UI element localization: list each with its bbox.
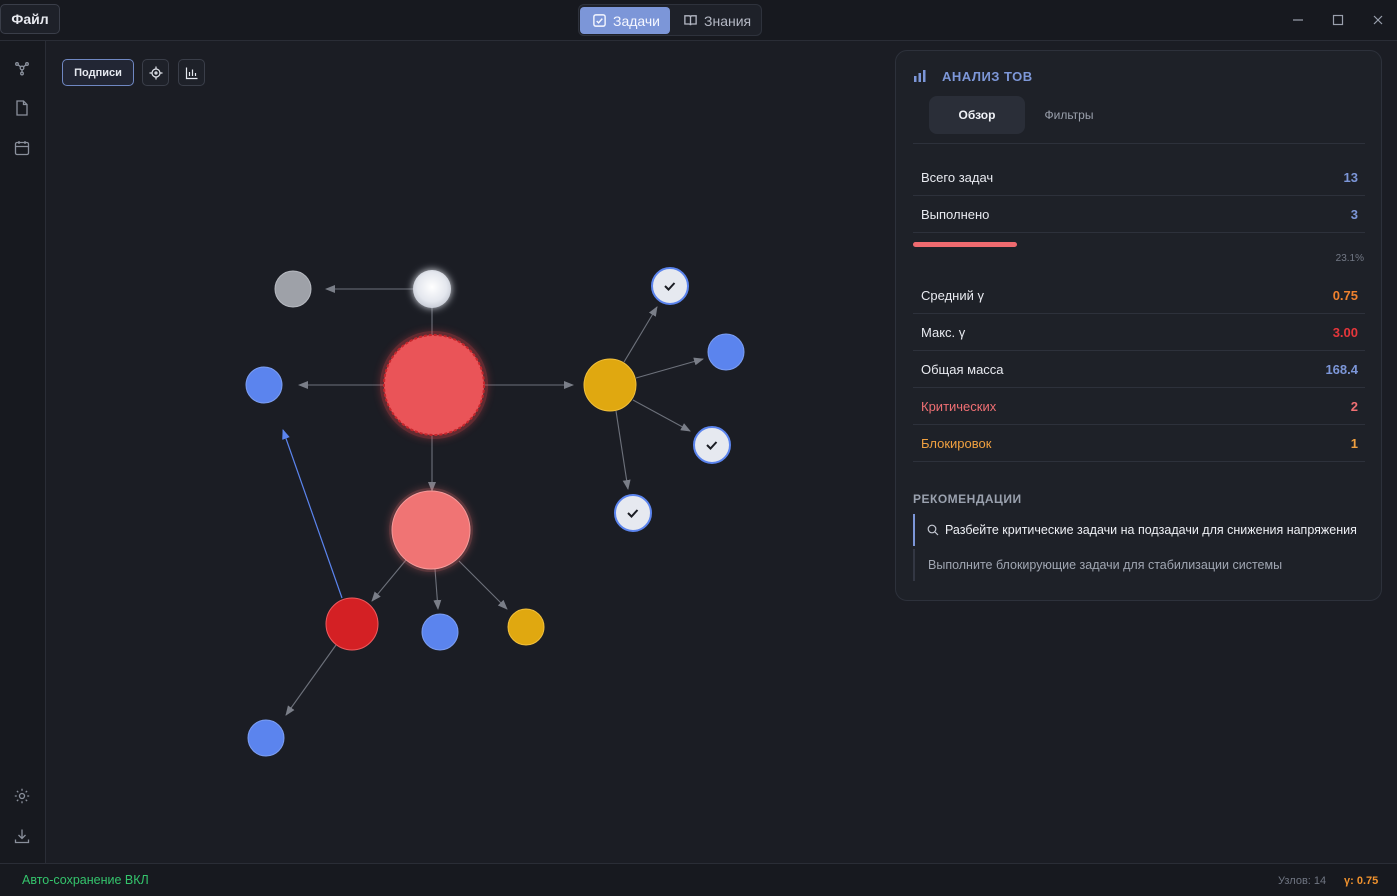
task-node-done[interactable] bbox=[614, 494, 652, 532]
search-icon bbox=[927, 524, 939, 536]
calendar-icon[interactable] bbox=[13, 139, 31, 157]
sidebar bbox=[0, 41, 46, 863]
stat-value: 3.00 bbox=[1332, 324, 1358, 340]
book-icon bbox=[684, 15, 697, 26]
stat-label: Всего задач bbox=[921, 169, 994, 185]
stat-total-mass: Общая масса 168.4 bbox=[913, 351, 1365, 388]
task-node-done[interactable] bbox=[651, 267, 689, 305]
tab-knowledge-label: Знания bbox=[704, 12, 752, 29]
stat-total-tasks: Всего задач 13 bbox=[913, 159, 1365, 196]
recommendation-text: Выполните блокирующие задачи для стабили… bbox=[928, 558, 1283, 572]
task-node-critical[interactable] bbox=[383, 334, 485, 436]
edge bbox=[371, 559, 407, 602]
tab-filters[interactable]: Фильтры bbox=[1029, 96, 1109, 134]
stat-blockers: Блокировок 1 bbox=[913, 425, 1365, 462]
task-node-gray[interactable] bbox=[274, 270, 312, 308]
edge bbox=[623, 306, 658, 363]
mode-switcher: Задачи Знания bbox=[578, 4, 762, 36]
edge bbox=[615, 410, 631, 490]
stat-label: Средний γ bbox=[921, 287, 984, 303]
stat-value: 2 bbox=[1350, 398, 1358, 414]
stat-value: 3 bbox=[1350, 206, 1358, 222]
stat-label: Блокировок bbox=[921, 435, 992, 451]
stat-value: 13 bbox=[1343, 169, 1358, 185]
autosave-status[interactable]: Авто-сохранение ВКЛ bbox=[22, 873, 149, 887]
stat-label: Макс. γ bbox=[921, 324, 966, 340]
stat-label: Критических bbox=[921, 398, 997, 414]
gamma-status: γ: 0.75 bbox=[1344, 875, 1379, 887]
edge bbox=[433, 568, 442, 610]
recommendation-item[interactable]: Разбейте критические задачи на подзадачи… bbox=[913, 514, 1365, 546]
stat-critical: Критических 2 bbox=[913, 388, 1365, 425]
stat-completed: Выполнено 3 bbox=[913, 196, 1365, 233]
download-icon[interactable] bbox=[13, 827, 31, 845]
analysis-panel: АНАЛИЗ ТОВ Обзор Фильтры Всего задач 13 … bbox=[895, 50, 1382, 601]
tab-knowledge[interactable]: Знания bbox=[681, 7, 761, 34]
recommendations-title: РЕКОМЕНДАЦИИ bbox=[913, 492, 1022, 506]
progress-fill bbox=[913, 242, 1018, 247]
title-bar: Файл Задачи Знания bbox=[0, 0, 1397, 41]
tab-tasks[interactable]: Задачи bbox=[580, 7, 670, 34]
task-node-done[interactable] bbox=[693, 426, 731, 464]
graph-icon[interactable] bbox=[13, 59, 31, 77]
task-node-blocker[interactable] bbox=[325, 597, 379, 651]
stat-value: 1 bbox=[1350, 435, 1358, 451]
completion-progress-bar bbox=[913, 242, 1365, 247]
divider bbox=[913, 143, 1365, 144]
stat-label: Выполнено bbox=[921, 206, 990, 222]
edge bbox=[458, 560, 508, 610]
progress-percent: 23.1% bbox=[1335, 253, 1364, 264]
task-node-white[interactable] bbox=[413, 270, 451, 308]
document-icon[interactable] bbox=[13, 99, 31, 117]
checkbox-icon bbox=[593, 14, 606, 27]
task-node-high-tension[interactable] bbox=[391, 490, 471, 570]
task-node-yellow[interactable] bbox=[583, 358, 637, 412]
graph-nodes[interactable] bbox=[245, 267, 745, 757]
tab-overview[interactable]: Обзор bbox=[929, 96, 1025, 134]
stat-max-gamma: Макс. γ 3.00 bbox=[913, 314, 1365, 351]
stat-value: 168.4 bbox=[1325, 361, 1358, 377]
task-node-yellow[interactable] bbox=[507, 608, 545, 646]
task-graph[interactable] bbox=[46, 41, 896, 863]
recommendation-item[interactable]: Выполните блокирующие задачи для стабили… bbox=[913, 549, 1365, 581]
tab-tasks-label: Задачи bbox=[613, 12, 661, 29]
blocking-edge bbox=[282, 429, 343, 599]
gear-icon[interactable] bbox=[13, 787, 31, 805]
task-node-blue[interactable] bbox=[245, 366, 283, 404]
panel-title: АНАЛИЗ ТОВ bbox=[942, 69, 1033, 84]
bar-chart-icon bbox=[913, 69, 927, 83]
file-menu-button[interactable]: Файл bbox=[0, 4, 60, 34]
edge bbox=[635, 357, 704, 379]
minimize-icon[interactable] bbox=[1288, 10, 1308, 30]
stat-label: Общая масса bbox=[921, 361, 1004, 377]
panel-tabs: Обзор Фильтры bbox=[929, 96, 1129, 134]
recommendation-text: Разбейте критические задачи на подзадачи… bbox=[945, 523, 1357, 537]
edge bbox=[632, 399, 691, 432]
node-count: Узлов: 14 bbox=[1278, 875, 1327, 887]
status-bar: Авто-сохранение ВКЛ Узлов: 14 γ: 0.75 bbox=[0, 863, 1397, 896]
stat-value: 0.75 bbox=[1332, 287, 1358, 303]
task-node-blue[interactable] bbox=[421, 613, 459, 651]
stat-avg-gamma: Средний γ 0.75 bbox=[913, 277, 1365, 314]
task-node-blue[interactable] bbox=[247, 719, 285, 757]
close-icon[interactable] bbox=[1368, 10, 1388, 30]
edge bbox=[285, 644, 337, 716]
task-node-blue[interactable] bbox=[707, 333, 745, 371]
maximize-icon[interactable] bbox=[1328, 10, 1348, 30]
